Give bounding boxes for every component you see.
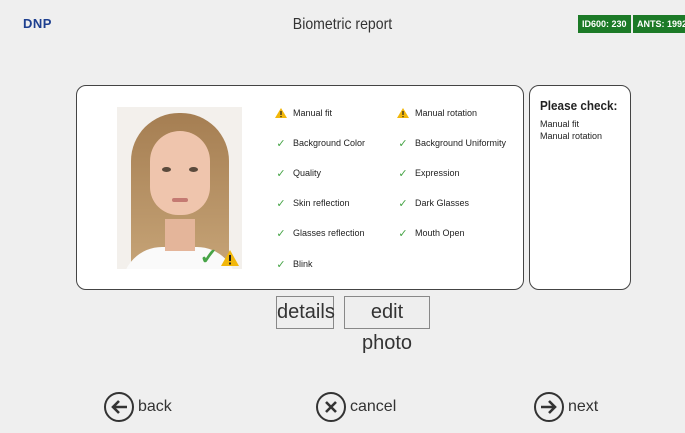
page-title: Biometric report bbox=[292, 16, 393, 33]
check-icon: ✓ bbox=[398, 167, 408, 180]
next-button[interactable]: next bbox=[534, 392, 598, 422]
portrait-photo: ✓ bbox=[117, 107, 242, 269]
id600-badge: ID600: 230 bbox=[578, 15, 631, 33]
check-dark-glasses: ✓ Dark Glasses bbox=[397, 196, 469, 210]
check-background-uniformity: ✓ Background Uniformity bbox=[397, 136, 506, 150]
check-icon: ✓ bbox=[398, 227, 408, 240]
check-blink: ✓ Blink bbox=[275, 257, 313, 271]
next-label: next bbox=[568, 398, 599, 415]
close-icon bbox=[316, 392, 346, 422]
please-check-item: Manual rotation bbox=[540, 131, 603, 141]
warning-icon bbox=[221, 250, 239, 266]
check-label: Quality bbox=[293, 168, 322, 178]
check-manual-fit: Manual fit bbox=[275, 106, 332, 120]
please-check-title: Please check: bbox=[540, 98, 618, 113]
check-label: Background Color bbox=[293, 138, 366, 148]
biometric-results-card: ✓ Manual fit ✓ Background Color ✓ Qualit… bbox=[76, 85, 524, 290]
check-label: Background Uniformity bbox=[415, 138, 507, 148]
check-label: Dark Glasses bbox=[415, 198, 470, 208]
check-label: Blink bbox=[293, 259, 313, 269]
please-check-panel: Please check: Manual fit Manual rotation bbox=[529, 85, 631, 290]
check-icon: ✓ bbox=[276, 258, 286, 271]
check-label: Manual fit bbox=[293, 108, 333, 118]
edit-photo-button[interactable]: edit photo bbox=[344, 296, 430, 354]
check-background-color: ✓ Background Color bbox=[275, 136, 365, 150]
check-mouth-open: ✓ Mouth Open bbox=[397, 226, 465, 240]
check-icon: ✓ bbox=[276, 167, 286, 180]
back-label: back bbox=[138, 398, 172, 415]
check-icon: ✓ bbox=[276, 197, 286, 210]
check-skin-reflection: ✓ Skin reflection bbox=[275, 196, 350, 210]
photo-status-marks: ✓ bbox=[199, 244, 240, 269]
check-label: Glasses reflection bbox=[293, 228, 365, 238]
check-label: Skin reflection bbox=[293, 198, 350, 208]
check-glasses-reflection: ✓ Glasses reflection bbox=[275, 226, 365, 240]
back-button[interactable]: back bbox=[104, 392, 172, 422]
check-label: Mouth Open bbox=[415, 228, 465, 238]
warning-icon bbox=[397, 108, 409, 118]
check-icon: ✓ bbox=[398, 197, 408, 210]
check-icon: ✓ bbox=[276, 137, 286, 150]
check-icon: ✓ bbox=[276, 227, 286, 240]
check-icon: ✓ bbox=[398, 137, 408, 150]
check-label: Expression bbox=[415, 168, 460, 178]
arrow-right-icon bbox=[534, 392, 564, 422]
cancel-button[interactable]: cancel bbox=[316, 392, 396, 422]
please-check-item: Manual fit bbox=[540, 119, 580, 129]
warning-icon bbox=[275, 108, 287, 118]
details-button[interactable]: details bbox=[276, 296, 335, 329]
check-expression: ✓ Expression bbox=[397, 166, 460, 180]
check-manual-rotation: Manual rotation bbox=[397, 106, 477, 120]
check-quality: ✓ Quality bbox=[275, 166, 321, 180]
header-bar: DNP Biometric report ID600: 230 ANTS: 19… bbox=[0, 0, 685, 52]
check-label: Manual rotation bbox=[415, 108, 478, 118]
ants-badge: ANTS: 1992 bbox=[633, 15, 685, 33]
check-icon: ✓ bbox=[199, 244, 218, 269]
cancel-label: cancel bbox=[350, 398, 397, 415]
arrow-left-icon bbox=[104, 392, 134, 422]
